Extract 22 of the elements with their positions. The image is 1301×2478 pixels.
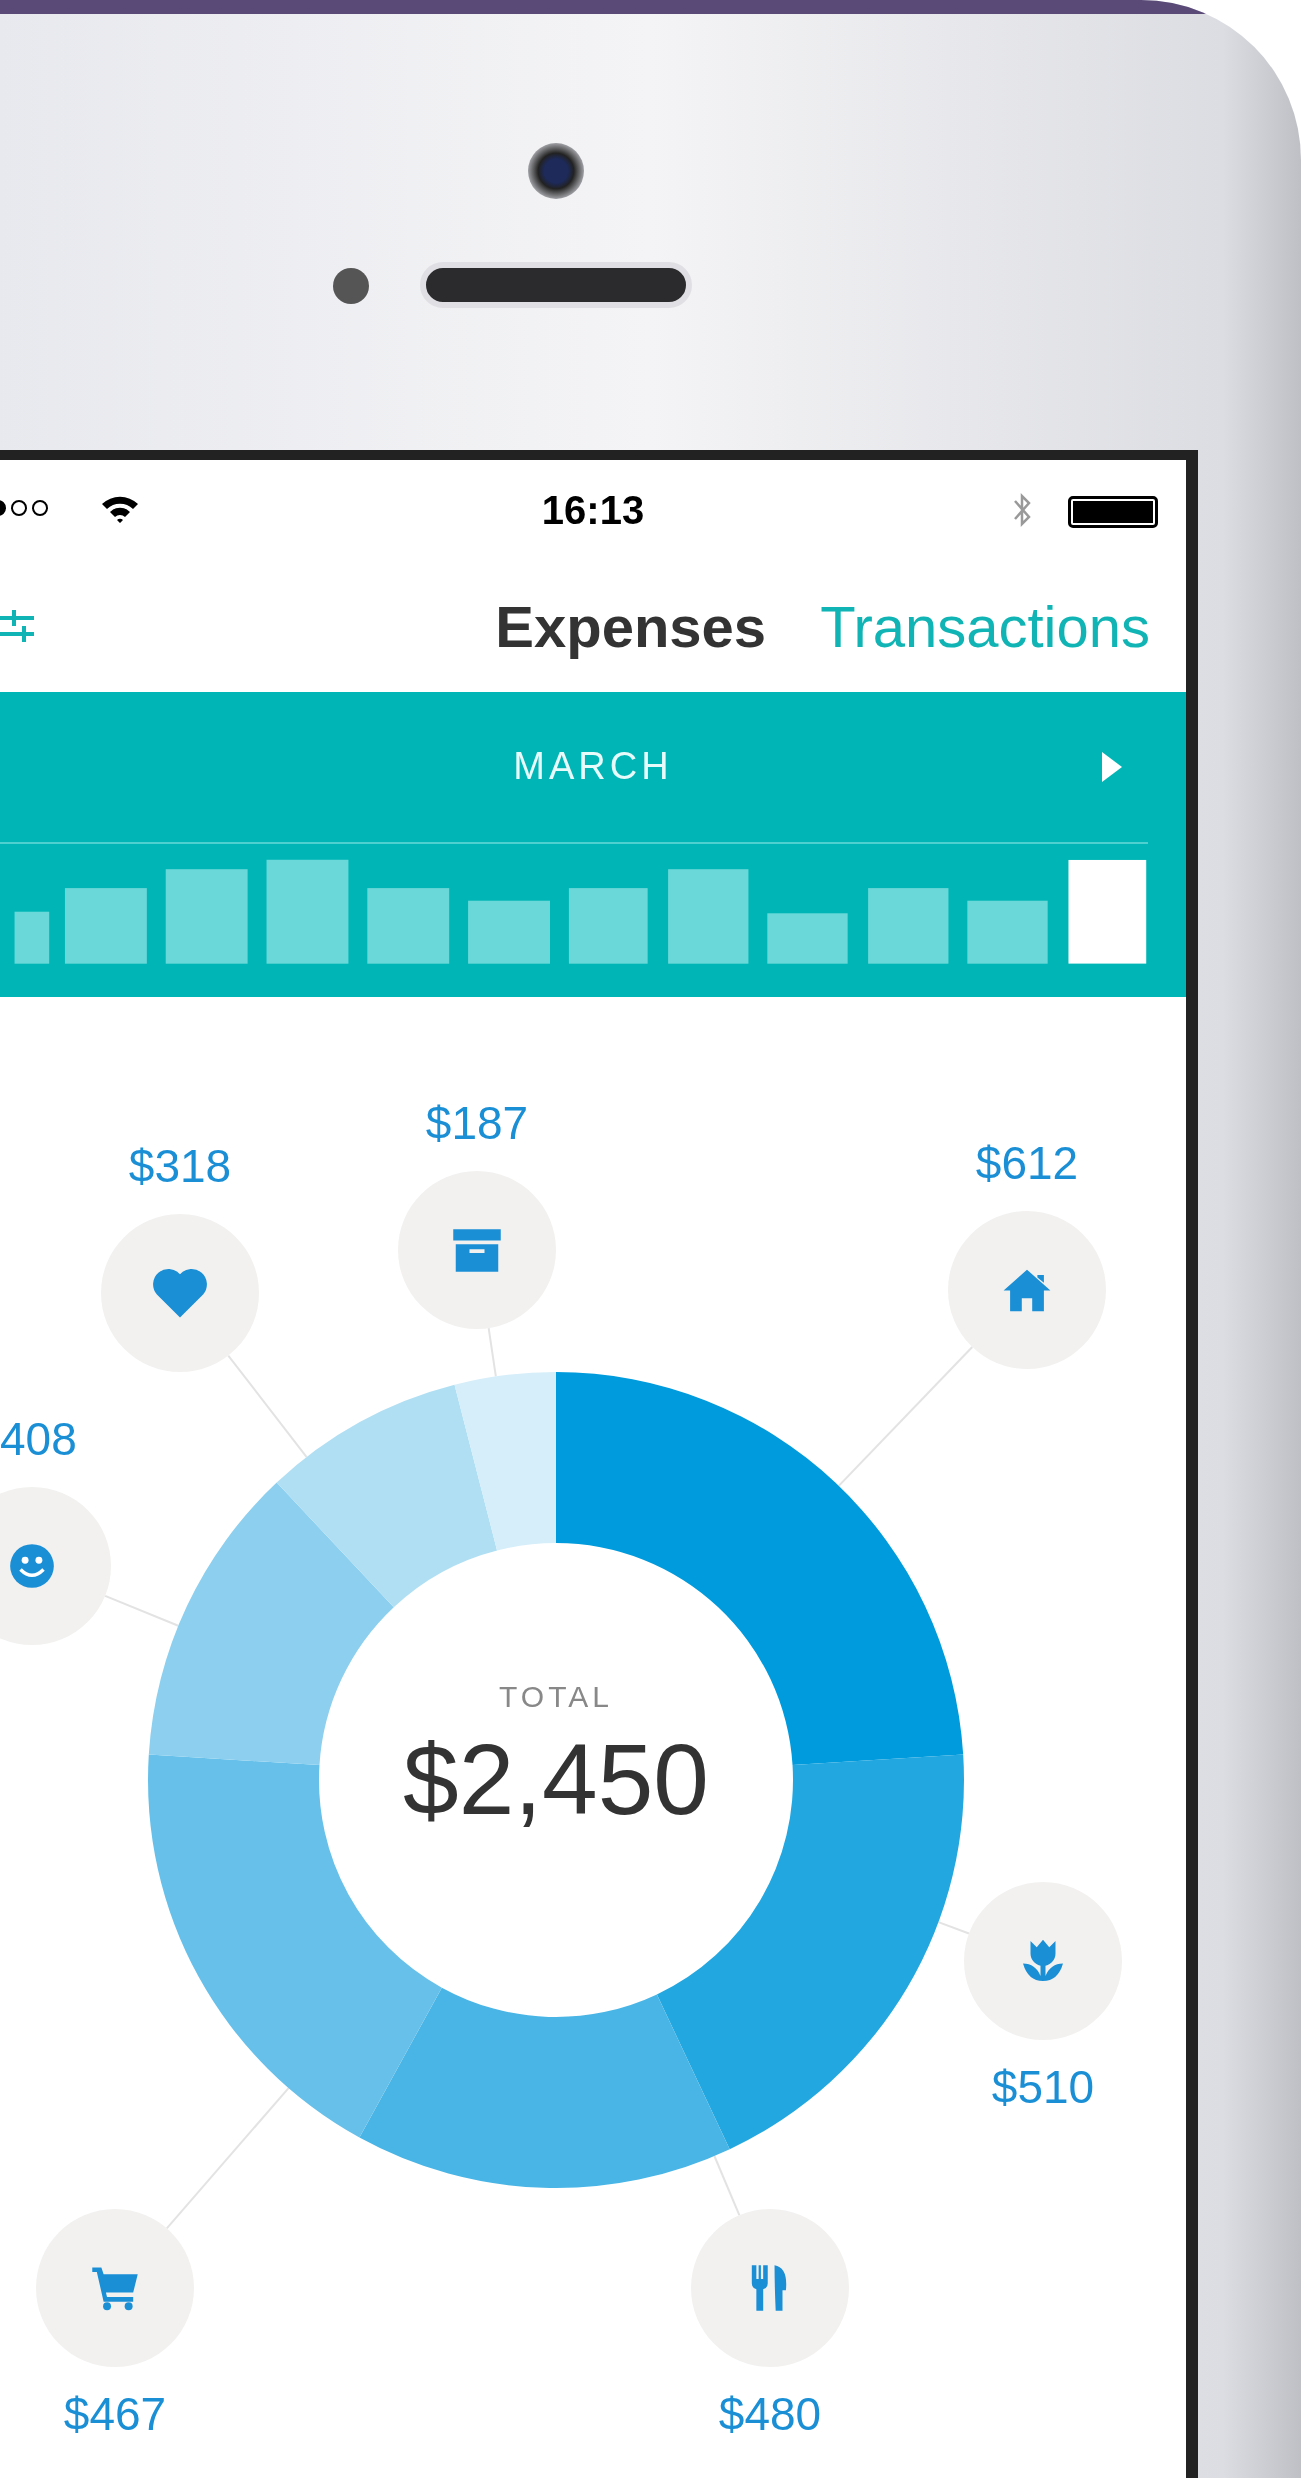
total-label: TOTAL — [498, 1680, 614, 1714]
nav-tab[interactable]: Expenses — [495, 592, 767, 660]
wifi-icon — [100, 494, 140, 524]
cart-icon — [90, 2265, 140, 2311]
battery-icon — [1068, 496, 1158, 528]
category-amount: $187 — [424, 1096, 530, 1150]
smiley-icon — [9, 1543, 55, 1589]
archive-box-icon — [452, 1227, 502, 1273]
category-amount: $612 — [974, 1136, 1080, 1190]
sensor-icon — [333, 268, 369, 304]
month-label: MARCH — [513, 745, 673, 789]
category-amount: $510 — [990, 2060, 1096, 2114]
category-amount: $467 — [62, 2387, 168, 2441]
signal-icon — [0, 500, 48, 516]
heart-icon — [151, 1267, 209, 1319]
camera-icon — [528, 143, 584, 199]
category-amount: $318 — [127, 1139, 233, 1193]
next-arrow-icon[interactable] — [1100, 750, 1124, 784]
status-time: 16:13 — [540, 488, 646, 533]
total-amount: $2,450 — [402, 1722, 710, 1837]
category-amount: 408 — [0, 1412, 77, 1466]
category-amount: $480 — [717, 2387, 823, 2441]
